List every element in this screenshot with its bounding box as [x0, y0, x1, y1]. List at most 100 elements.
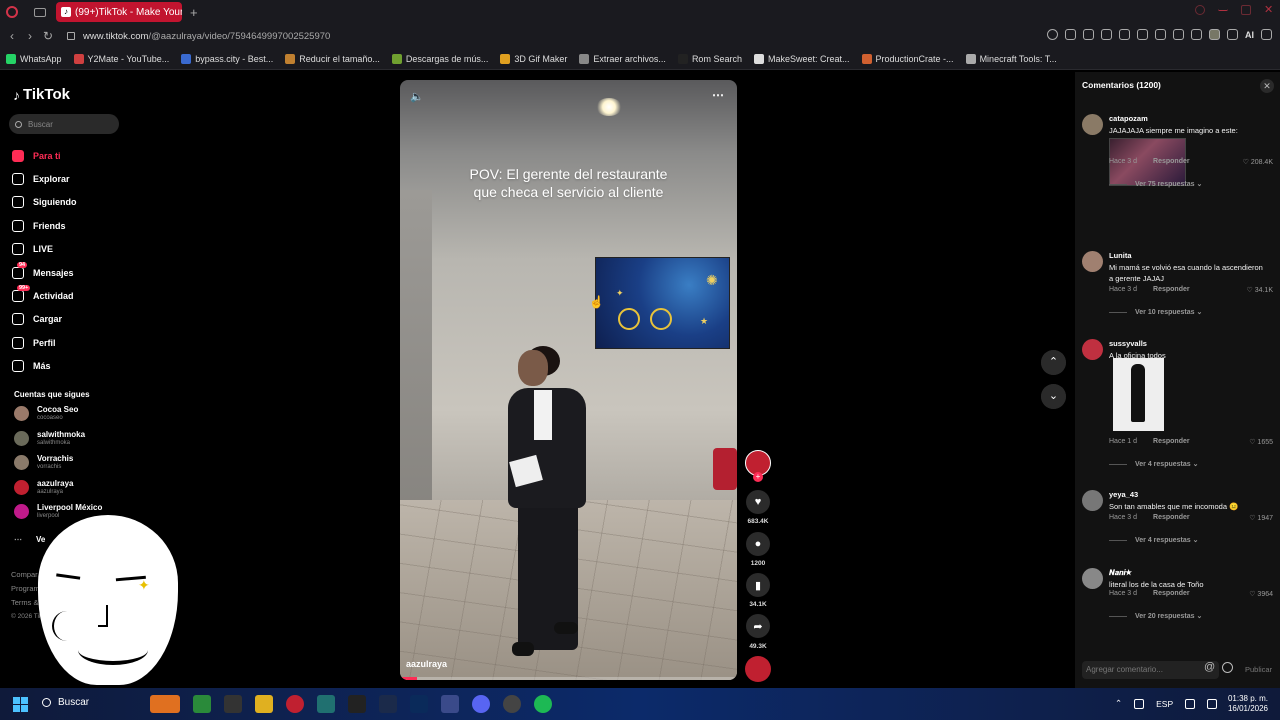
- comment-like-button[interactable]: ♡ 3964: [1249, 590, 1273, 598]
- app-icon[interactable]: [441, 695, 459, 713]
- taskbar-clock[interactable]: 01:38 p. m. 16/01/2026: [1226, 694, 1268, 714]
- video-author[interactable]: aazulraya: [406, 659, 447, 669]
- shield-icon[interactable]: [1101, 29, 1112, 40]
- send-icon[interactable]: [1137, 29, 1148, 40]
- avatar[interactable]: [1082, 114, 1103, 135]
- followed-account[interactable]: Cocoa Seo cocoaseo: [14, 405, 78, 422]
- publish-button[interactable]: Publicar: [1245, 665, 1272, 674]
- view-replies-button[interactable]: Ver 4 respuestas ⌄: [1109, 460, 1198, 468]
- share-button[interactable]: ➦: [746, 614, 770, 638]
- sidebar-item-siguiendo[interactable]: Siguiendo: [12, 191, 130, 214]
- view-replies-button[interactable]: Ver 4 respuestas ⌄: [1109, 536, 1198, 544]
- avatar[interactable]: [1082, 251, 1103, 272]
- volume-icon[interactable]: 🔈: [410, 90, 424, 103]
- puzzle-icon[interactable]: [1191, 29, 1202, 40]
- tray-chevron-icon[interactable]: ⌃: [1115, 698, 1122, 709]
- bookmark-item[interactable]: 3D Gif Maker: [500, 53, 567, 64]
- language-indicator[interactable]: ESP: [1156, 699, 1173, 709]
- download-icon[interactable]: [1227, 29, 1238, 40]
- avatar[interactable]: [1082, 490, 1103, 511]
- translate-icon[interactable]: [1119, 29, 1130, 40]
- view-replies-button[interactable]: Ver 10 respuestas ⌄: [1109, 308, 1202, 316]
- epic-games-icon[interactable]: [348, 695, 366, 713]
- reply-button[interactable]: Responder: [1153, 158, 1190, 165]
- bookmark-item[interactable]: Rom Search: [677, 53, 742, 64]
- chrome-icon[interactable]: [503, 695, 521, 713]
- heart-icon[interactable]: [1155, 29, 1166, 40]
- search-input[interactable]: Buscar: [9, 114, 119, 134]
- profile-avatar-icon[interactable]: [1209, 29, 1220, 40]
- search-tabs-icon[interactable]: [1195, 5, 1205, 15]
- extension-diamond-icon[interactable]: [1173, 29, 1184, 40]
- close-comments-button[interactable]: ✕: [1260, 79, 1274, 93]
- opera-logo-icon[interactable]: [6, 6, 18, 18]
- menu-icon[interactable]: [1261, 29, 1272, 40]
- sidebar-item-live[interactable]: LIVE: [12, 238, 130, 261]
- avatar[interactable]: [1082, 339, 1103, 360]
- back-icon[interactable]: ‹: [3, 29, 21, 43]
- sidebar-item-explorar[interactable]: Explorar: [12, 167, 130, 190]
- app-icon[interactable]: [224, 695, 242, 713]
- save-button[interactable]: ▮: [746, 573, 770, 597]
- mention-icon[interactable]: @: [1204, 661, 1215, 673]
- video-options-icon[interactable]: ⋯: [712, 88, 725, 102]
- add-comment-input[interactable]: Agregar comentario...: [1082, 661, 1219, 679]
- forward-icon[interactable]: ›: [21, 29, 39, 43]
- bookmark-item[interactable]: ProductionCrate -...: [861, 53, 954, 64]
- browser-tab-tiktok[interactable]: ♪ (99+)TikTok - Make Your D: [56, 2, 182, 22]
- video-progress-bar[interactable]: [400, 677, 737, 680]
- sound-disc-avatar[interactable]: [745, 656, 771, 682]
- sidebar-item-m-s[interactable]: Más: [12, 355, 130, 378]
- opera-icon[interactable]: [286, 695, 304, 713]
- new-tab-plus-icon[interactable]: +: [190, 5, 198, 20]
- wifi-icon[interactable]: [1185, 698, 1196, 709]
- video-player[interactable]: ✺ ✦ ★ POV: El gerente del restaurante qu…: [400, 80, 737, 680]
- weather-widget-icon[interactable]: [150, 695, 180, 713]
- reply-button[interactable]: Responder: [1153, 438, 1190, 445]
- bookmark-item[interactable]: Minecraft Tools: T...: [965, 53, 1057, 64]
- comment-button[interactable]: ●: [746, 532, 770, 556]
- reply-button[interactable]: Responder: [1153, 590, 1190, 597]
- emoji-icon[interactable]: [1222, 662, 1233, 673]
- reply-button[interactable]: Responder: [1153, 286, 1190, 293]
- steam-icon[interactable]: [379, 695, 397, 713]
- file-explorer-icon[interactable]: [255, 695, 273, 713]
- minimize-icon[interactable]: [1218, 5, 1228, 11]
- comment-sticker-image[interactable]: [1113, 358, 1164, 431]
- url-field[interactable]: www.tiktok.com/@aazulraya/video/75946499…: [83, 31, 330, 42]
- minecraft-icon[interactable]: [193, 695, 211, 713]
- ai-button[interactable]: AI: [1245, 30, 1254, 40]
- next-video-button[interactable]: ⌄: [1041, 384, 1066, 409]
- photoshop-icon[interactable]: [410, 695, 428, 713]
- followed-account[interactable]: salwithmoka salwithmoka: [14, 430, 85, 447]
- reply-button[interactable]: Responder: [1153, 514, 1190, 521]
- sidebar-item-para-ti[interactable]: Para ti: [12, 144, 130, 167]
- previous-video-button[interactable]: ⌃: [1041, 350, 1066, 375]
- bookmark-item[interactable]: Y2Mate - YouTube...: [73, 53, 169, 64]
- v-app-icon[interactable]: [317, 695, 335, 713]
- bookmark-item[interactable]: MakeSweet: Creat...: [753, 53, 850, 64]
- microphone-icon[interactable]: [1134, 698, 1145, 709]
- comment-like-button[interactable]: ♡ 1947: [1249, 514, 1273, 522]
- comment-like-button[interactable]: ♡ 34.1K: [1246, 286, 1273, 294]
- comment-username[interactable]: yeya_43: [1109, 490, 1138, 499]
- followed-account[interactable]: Vorrachis vorrachis: [14, 454, 73, 471]
- maximize-icon[interactable]: [1241, 5, 1251, 15]
- close-window-icon[interactable]: ✕: [1264, 5, 1274, 16]
- bookmark-item[interactable]: Extraer archivos...: [579, 53, 666, 64]
- volume-icon[interactable]: [1207, 698, 1218, 709]
- bookmark-item[interactable]: Descargas de mús...: [391, 53, 488, 64]
- comment-username[interactable]: sussyvalls: [1109, 339, 1147, 348]
- sidebar-item-perfil[interactable]: Perfil: [12, 331, 130, 354]
- reload-icon[interactable]: ↻: [39, 29, 57, 43]
- follow-plus-icon[interactable]: +: [753, 472, 763, 482]
- bookmark-item[interactable]: WhatsApp: [6, 53, 62, 64]
- bookmark-icon[interactable]: [1065, 29, 1076, 40]
- like-button[interactable]: ♥: [746, 490, 770, 514]
- bookmark-item[interactable]: bypass.city - Best...: [181, 53, 273, 64]
- followed-account[interactable]: aazulraya aazulraya: [14, 479, 73, 496]
- zoom-icon[interactable]: [1047, 29, 1058, 40]
- discord-icon[interactable]: [472, 695, 490, 713]
- bookmark-item[interactable]: Reducir el tamaño...: [285, 53, 380, 64]
- comment-username[interactable]: 𝑵𝒂𝒏𝒊★: [1109, 568, 1132, 578]
